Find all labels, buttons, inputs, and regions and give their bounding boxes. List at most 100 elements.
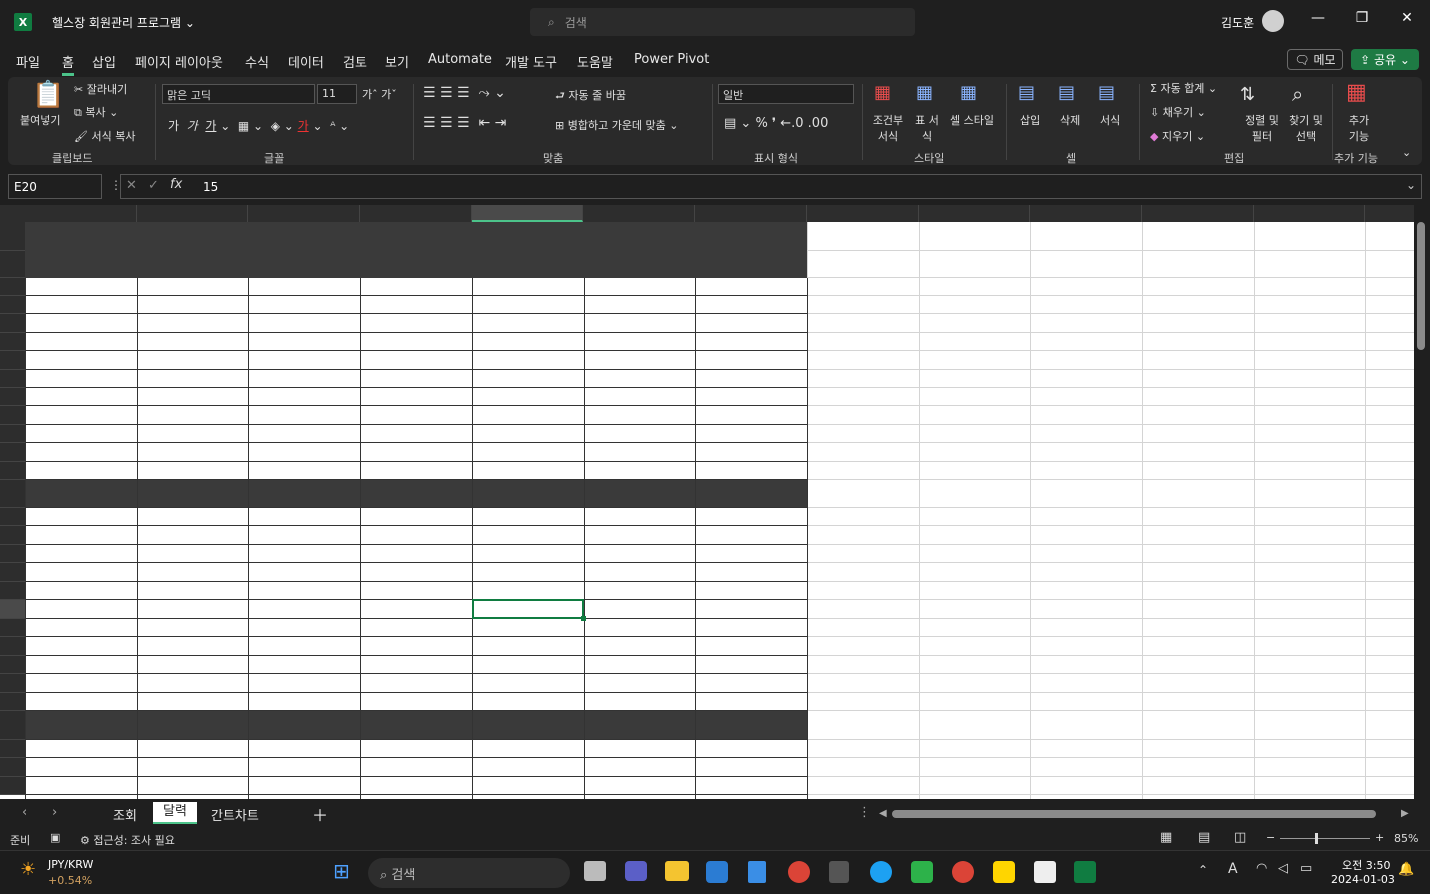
column-header-m[interactable] [1365,205,1414,222]
day-cell[interactable] [472,370,584,388]
selected-cell-e20[interactable] [471,599,585,619]
select-all-corner[interactable] [0,205,25,222]
fill-handle[interactable] [580,616,586,621]
weekday-header[interactable] [25,278,137,296]
column-header-e[interactable] [471,205,584,222]
day-cell[interactable] [472,637,584,656]
day-cell[interactable] [472,333,584,351]
column-header-j[interactable] [1030,205,1142,222]
month-title[interactable] [25,711,807,740]
day-cell[interactable] [472,406,584,425]
add-sheet-icon[interactable]: ＋ [312,802,328,826]
day-cell[interactable] [360,563,472,582]
weekday-header[interactable] [248,278,360,296]
chrome-icon[interactable] [788,861,810,883]
row-header-1[interactable] [0,222,25,251]
day-cell[interactable] [584,296,696,314]
cancel-icon[interactable]: ✕ [126,178,137,193]
day-cell[interactable] [695,333,807,351]
day-cell[interactable] [584,600,696,619]
notification-icon[interactable]: 🔔 [1398,862,1414,877]
font-grow-icon[interactable]: 가ˆ 가ˇ [362,86,397,102]
sort-filter-button[interactable]: 정렬 및 필터 [1240,112,1284,144]
day-cell[interactable] [25,600,137,619]
row-header-17[interactable] [0,545,25,563]
taskbar-search[interactable]: ⌕ 검색 [368,858,570,888]
day-cell[interactable] [472,296,584,314]
day-cell[interactable] [472,526,584,545]
day-cell[interactable] [137,406,249,425]
search-box[interactable]: ⌕ 검색 [530,8,915,36]
weekday-header[interactable] [360,278,472,296]
snipping-tool-icon[interactable] [1034,861,1056,883]
find-select-button[interactable]: 찾기 및 선택 [1284,112,1328,144]
font-name-select[interactable]: 맑은 고딕 [162,84,315,104]
day-cell[interactable] [584,637,696,656]
day-cell[interactable] [248,406,360,425]
row-header-29[interactable] [0,777,25,795]
schedule-entry[interactable] [695,388,807,406]
calendar-year-title[interactable] [25,222,807,251]
row-header-7[interactable] [0,351,25,370]
zoom-in-icon[interactable]: + [1375,831,1384,844]
row-header-13[interactable] [0,462,25,480]
day-cell[interactable] [137,563,249,582]
weekday-header[interactable] [584,278,696,296]
vertical-scroll-thumb[interactable] [1417,222,1425,350]
chrome-profile-icon[interactable] [952,861,974,883]
battery-icon[interactable]: ▭ [1300,861,1312,876]
row-header-24[interactable] [0,674,25,693]
tab-help[interactable]: 도움말 [577,52,613,71]
weekday-header[interactable] [695,278,807,296]
day-cell[interactable] [360,370,472,388]
insert-function-icon[interactable]: fx [170,177,182,192]
enter-icon[interactable]: ✓ [148,178,159,193]
format-painter-button[interactable]: 🖌 서식 복사 [74,128,135,144]
row-header-2[interactable] [0,251,25,278]
ime-icon[interactable]: A [1228,861,1238,877]
day-cell[interactable] [137,443,249,462]
month-title[interactable] [25,251,807,278]
day-cell[interactable] [25,674,137,693]
day-cell[interactable] [25,637,137,656]
schedule-entry[interactable] [584,314,696,333]
column-header-k[interactable] [1142,205,1254,222]
month-title[interactable] [25,480,807,508]
day-cell[interactable] [360,443,472,462]
zoom-slider[interactable] [1280,838,1370,839]
day-cell[interactable] [584,406,696,425]
clock-date[interactable]: 2024-01-03 [1331,873,1395,886]
column-header-i[interactable] [919,205,1031,222]
column-header-b[interactable] [137,205,249,222]
column-header-l[interactable] [1254,205,1366,222]
row-header-18[interactable] [0,563,25,582]
clear-button[interactable]: ◆ 지우기 ⌄ [1150,128,1205,144]
day-cell[interactable] [695,637,807,656]
column-header-a[interactable] [25,205,137,222]
volume-icon[interactable]: ◁ [1278,861,1288,876]
day-cell[interactable] [137,333,249,351]
wrap-text-button[interactable]: ⮐ 자동 줄 바꿈 [555,87,626,106]
day-cell[interactable] [695,758,807,777]
font-size-select[interactable]: 11 [317,84,357,104]
day-cell[interactable] [584,758,696,777]
teams-icon[interactable] [625,861,647,881]
wifi-icon[interactable]: ◠ [1256,861,1267,876]
day-cell[interactable] [137,637,249,656]
day-cell[interactable] [695,406,807,425]
number-format-select[interactable]: 일반 [718,84,854,104]
formula-input-area[interactable] [120,174,1422,199]
page-break-view-icon[interactable]: ◫ [1234,830,1246,845]
avatar[interactable] [1262,10,1284,32]
task-view-icon[interactable] [584,861,606,881]
macro-record-icon[interactable]: ▣ [50,831,60,844]
day-cell[interactable] [584,563,696,582]
sheet-tab-lookup[interactable]: 조회 [113,805,137,824]
file-explorer-icon[interactable] [665,861,689,881]
table-format-button[interactable]: 표 서식 [912,112,942,144]
column-header-f[interactable] [584,205,696,222]
day-cell[interactable] [137,370,249,388]
day-cell[interactable] [584,370,696,388]
kakaotalk-icon[interactable] [993,861,1015,883]
weekday-header[interactable] [695,508,807,526]
